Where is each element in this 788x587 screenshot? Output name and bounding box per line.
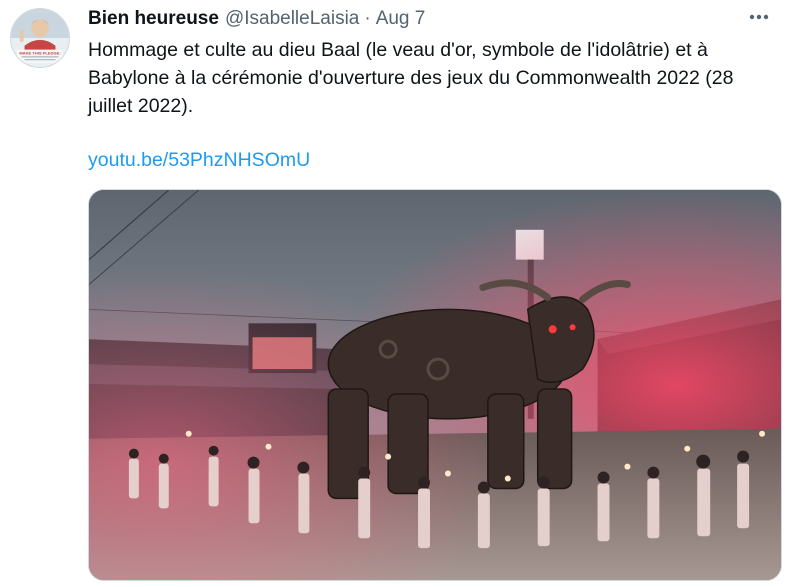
stadium-ceremony-photo — [89, 190, 781, 580]
tweet-text: Hommage et culte au dieu Baal (le veau d… — [88, 39, 734, 117]
tweet-header: Bien heureuse @IsabelleLaisia · Aug 7 — [88, 6, 425, 32]
more-options-button[interactable] — [744, 4, 774, 30]
header-separator: · — [364, 8, 371, 29]
tweet-media-image[interactable] — [88, 189, 782, 581]
avatar[interactable]: MAKE THIS PLEDGE: — [10, 8, 70, 68]
tweet-link[interactable]: youtu.be/53PhzNHSOmU — [88, 146, 310, 174]
avatar-image: MAKE THIS PLEDGE: — [11, 9, 69, 67]
tweet-date[interactable]: Aug 7 — [376, 8, 426, 30]
author-handle[interactable]: @IsabelleLaisia — [225, 8, 359, 30]
avatar-caption: MAKE THIS PLEDGE: — [19, 50, 60, 55]
more-horizontal-icon — [749, 14, 769, 20]
tweet: MAKE THIS PLEDGE: Bien heureuse @Isabell… — [0, 0, 788, 587]
author-name[interactable]: Bien heureuse — [88, 8, 219, 30]
